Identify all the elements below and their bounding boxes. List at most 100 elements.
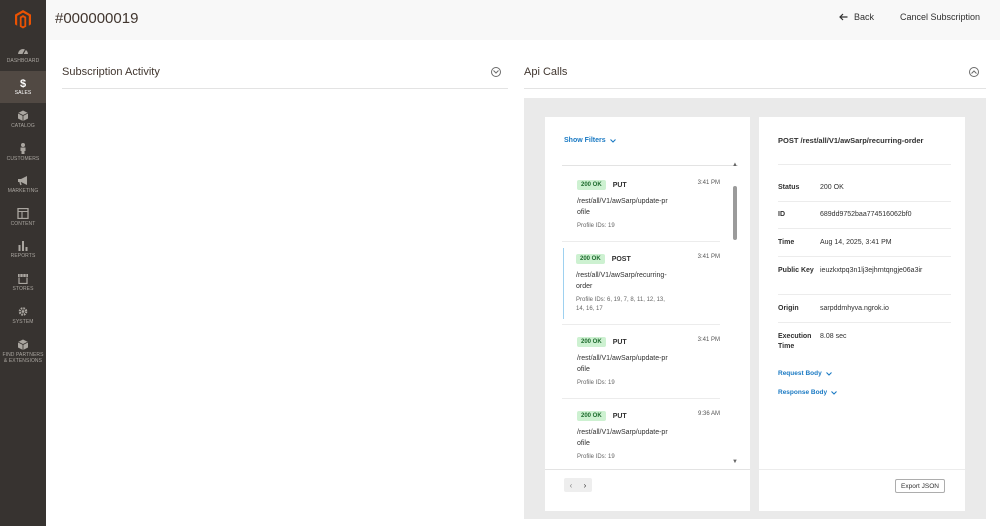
item-divider: [562, 398, 720, 399]
api-call-item-selected[interactable]: 200 OK POST 3:41 PM /rest/all/V1/awSarp/…: [563, 248, 720, 319]
chevron-down-icon: [831, 391, 838, 395]
admin-sidebar: DASHBOARD $ SALES CATALOG CUSTOMERS MARK…: [0, 0, 46, 526]
nav-dashboard[interactable]: DASHBOARD: [0, 38, 46, 71]
detail-key: Origin: [778, 305, 799, 312]
nav-label: FIND PARTNERS & EXTENSIONS: [2, 351, 44, 364]
call-endpoint: /rest/all/V1/awSarp/update-profile: [577, 429, 668, 447]
svg-text:$: $: [20, 78, 26, 88]
call-endpoint: /rest/all/V1/awSarp/update-profile: [577, 198, 668, 216]
back-button[interactable]: Back: [839, 12, 874, 22]
nav-content[interactable]: CONTENT: [0, 201, 46, 234]
subscription-activity-title: Subscription Activity: [62, 66, 160, 78]
collapse-api-icon[interactable]: [969, 67, 979, 77]
detail-value: 200 OK: [820, 184, 844, 191]
call-time: 9:36 AM: [697, 411, 720, 417]
nav-customers[interactable]: CUSTOMERS: [0, 136, 46, 169]
status-badge: 200 OK: [577, 180, 606, 190]
detail-key: Status: [778, 184, 800, 191]
chevron-up-icon: [971, 70, 977, 74]
page-title: #000000019: [55, 10, 139, 27]
response-body-label: Response Body: [778, 389, 828, 396]
cube-icon: [17, 339, 29, 350]
call-endpoint: /rest/all/V1/awSarp/update-profile: [577, 355, 668, 373]
response-body-toggle[interactable]: Response Body: [778, 389, 838, 396]
store-icon: [18, 273, 28, 284]
request-body-toggle[interactable]: Request Body: [778, 370, 832, 377]
next-page-button[interactable]: ›: [578, 478, 592, 492]
nav-find-partners[interactable]: FIND PARTNERS & EXTENSIONS: [0, 331, 46, 371]
collapse-activity-icon[interactable]: [491, 67, 501, 77]
nav-label: MARKETING: [7, 188, 39, 195]
http-method: PUT: [612, 181, 627, 189]
detail-key: Time: [778, 239, 795, 246]
section-divider: [524, 88, 986, 89]
request-body-label: Request Body: [778, 370, 822, 377]
profile-ids: Profile IDs: 6, 19, 7, 8, 11, 12, 13, 14…: [576, 297, 665, 312]
profile-ids: Profile IDs: 19: [577, 223, 615, 229]
api-calls-title: Api Calls: [524, 66, 568, 78]
arrow-left-icon: [839, 13, 848, 21]
scrollbar-thumb[interactable]: [733, 186, 737, 240]
status-badge: 200 OK: [577, 411, 606, 421]
nav-reports[interactable]: REPORTS: [0, 234, 46, 267]
detail-value: Aug 14, 2025, 3:41 PM: [820, 239, 892, 246]
http-method: POST: [611, 255, 631, 263]
scroll-down-arrow-icon[interactable]: ▼: [732, 459, 738, 465]
item-divider: [562, 324, 720, 325]
detail-key: ID: [778, 211, 785, 218]
dollar-icon: $: [20, 78, 26, 88]
http-method: PUT: [612, 338, 627, 346]
detail-value: sarpddmhyva.ngrok.io: [820, 305, 889, 312]
detail-divider: [778, 228, 951, 229]
call-endpoint: /rest/all/V1/awSarp/recurring-order: [576, 272, 667, 290]
list-footer-divider: [545, 469, 750, 470]
prev-page-button[interactable]: ‹: [564, 478, 578, 492]
api-call-item[interactable]: 200 OK PUT 3:41 PM /rest/all/V1/awSarp/u…: [563, 337, 720, 388]
chevron-down-icon: [609, 138, 616, 143]
nav-system[interactable]: SYSTEM: [0, 299, 46, 332]
nav-sales[interactable]: $ SALES: [0, 70, 46, 104]
api-call-list: Show Filters ▲ ▼ 200 OK PUT 3:41 PM /res…: [545, 117, 750, 511]
api-call-item[interactable]: 200 OK PUT 9:36 AM /rest/all/V1/awSarp/u…: [563, 411, 720, 462]
dashboard-icon: [18, 48, 28, 55]
api-call-detail: POST /rest/all/V1/awSarp/recurring-order…: [759, 117, 965, 511]
nav-label: DASHBOARD: [6, 57, 40, 64]
profile-ids: Profile IDs: 19: [577, 454, 615, 460]
nav-label: STORES: [12, 285, 34, 292]
layout-icon: [17, 207, 29, 219]
show-filters-toggle[interactable]: Show Filters: [564, 137, 616, 144]
bar-chart-icon: [18, 241, 28, 252]
cancel-subscription-button[interactable]: Cancel Subscription: [900, 12, 980, 22]
nav-stores[interactable]: STORES: [0, 266, 46, 299]
api-call-item[interactable]: 200 OK PUT 3:41 PM /rest/all/V1/awSarp/u…: [563, 180, 720, 231]
item-divider: [562, 241, 720, 242]
section-divider: [62, 88, 508, 89]
status-badge: 200 OK: [576, 254, 605, 264]
person-icon: [20, 142, 26, 154]
export-json-button[interactable]: Export JSON: [895, 479, 945, 493]
detail-divider: [778, 201, 951, 202]
detail-divider: [778, 256, 951, 257]
pagination: ‹ ›: [564, 478, 592, 492]
call-time: 3:41 PM: [697, 180, 720, 186]
scroll-up-arrow-icon[interactable]: ▲: [732, 162, 738, 168]
detail-footer-divider: [759, 469, 965, 470]
list-divider: [562, 165, 738, 166]
nav-catalog[interactable]: CATALOG: [0, 103, 46, 136]
magento-logo[interactable]: [0, 0, 46, 38]
nav-marketing[interactable]: MARKETING: [0, 168, 46, 201]
gear-icon: [18, 306, 28, 316]
box-icon: [17, 110, 29, 121]
status-badge: 200 OK: [577, 337, 606, 347]
chevron-down-icon: [825, 372, 832, 376]
detail-title: POST /rest/all/V1/awSarp/recurring-order: [778, 136, 924, 145]
detail-value: 689dd9752baa774516062bf0: [820, 211, 912, 218]
nav-label: SALES: [14, 90, 32, 97]
detail-divider: [778, 322, 951, 323]
show-filters-label: Show Filters: [564, 137, 606, 144]
magento-logo-icon: [15, 9, 31, 28]
call-time: 3:41 PM: [697, 337, 720, 343]
detail-value: 8.08 sec: [820, 333, 847, 340]
detail-value: ieuzkxtpq3n1lj3ejhrntqngje06a3ir: [820, 267, 923, 274]
back-label: Back: [854, 12, 875, 22]
